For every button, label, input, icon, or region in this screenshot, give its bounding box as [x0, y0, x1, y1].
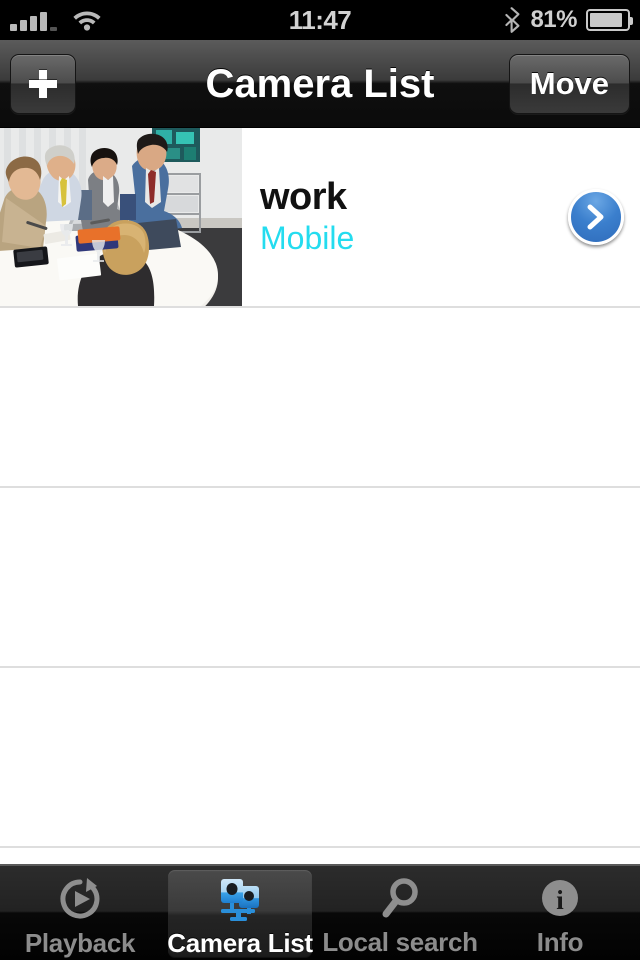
info-circle-icon: i — [534, 876, 586, 921]
network-cameras-icon — [214, 876, 266, 922]
battery-icon — [586, 9, 633, 31]
status-bar-clock: 11:47 — [288, 4, 352, 35]
row-text-block: work Mobile — [242, 128, 568, 306]
table-row — [0, 668, 640, 848]
tab-label-playback: Playback — [24, 928, 136, 958]
tab-bar: Playback Camera List Local search i Info — [0, 864, 640, 960]
table-row[interactable]: work Mobile — [0, 128, 640, 308]
tab-label-camera-list: Camera List — [167, 928, 313, 958]
blue-disclosure-arrow-icon[interactable] — [568, 189, 624, 245]
app-root: 11:47 81% Camera List Move work Mobile P… — [0, 0, 640, 960]
tab-label-info: Info — [536, 927, 584, 957]
tab-label-local-search: Local search — [322, 927, 478, 957]
table-row — [0, 308, 640, 488]
row-text-block — [0, 488, 640, 666]
signal-bars-icon — [10, 12, 57, 31]
battery-percent-label: 81% — [530, 6, 577, 33]
tab-local-search[interactable]: Local search — [320, 866, 480, 960]
playback-replay-icon — [54, 876, 106, 922]
row-accessory — [568, 128, 640, 306]
camera-name: work — [260, 176, 347, 219]
navigation-bar: Camera List Move — [0, 40, 640, 128]
move-button[interactable]: Move — [508, 54, 630, 114]
row-text-block — [0, 668, 640, 846]
tab-playback[interactable]: Playback — [0, 866, 160, 960]
bluetooth-icon — [504, 7, 521, 33]
meeting-photo-thumbnail — [0, 128, 242, 306]
status-bar-left — [0, 0, 103, 40]
tab-camera-list[interactable]: Camera List — [160, 866, 320, 960]
tab-info[interactable]: i Info — [480, 866, 640, 960]
status-bar-right: 81% — [504, 0, 633, 40]
svg-text:i: i — [556, 885, 564, 915]
camera-list[interactable]: work Mobile — [0, 128, 640, 864]
move-button-label: Move — [529, 66, 609, 101]
status-bar: 11:47 81% — [0, 0, 640, 40]
camera-connection-type: Mobile — [260, 220, 355, 257]
row-text-block — [0, 308, 640, 486]
wifi-icon — [71, 7, 103, 31]
magnifying-glass-icon — [374, 876, 426, 921]
table-row — [0, 488, 640, 668]
